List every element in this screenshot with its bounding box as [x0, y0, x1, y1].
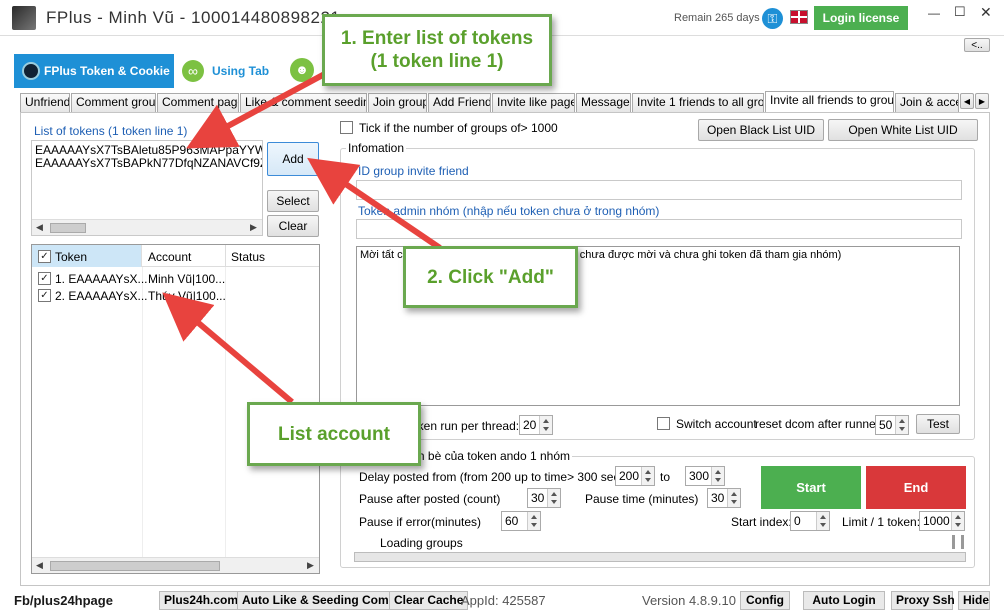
arrow-to-accounts	[162, 292, 294, 405]
arrow-to-tokens	[186, 67, 334, 149]
callout-enter-tokens-line1: 1. Enter list of tokens	[340, 28, 534, 49]
callout-enter-tokens: 1. Enter list of tokens (1 token line 1)	[322, 14, 552, 86]
callout-click-add: 2. Click "Add"	[403, 246, 578, 308]
callout-list-account: List account	[247, 402, 421, 466]
arrow-to-add	[307, 157, 442, 251]
callout-enter-tokens-line2: (1 token line 1)	[370, 51, 504, 72]
